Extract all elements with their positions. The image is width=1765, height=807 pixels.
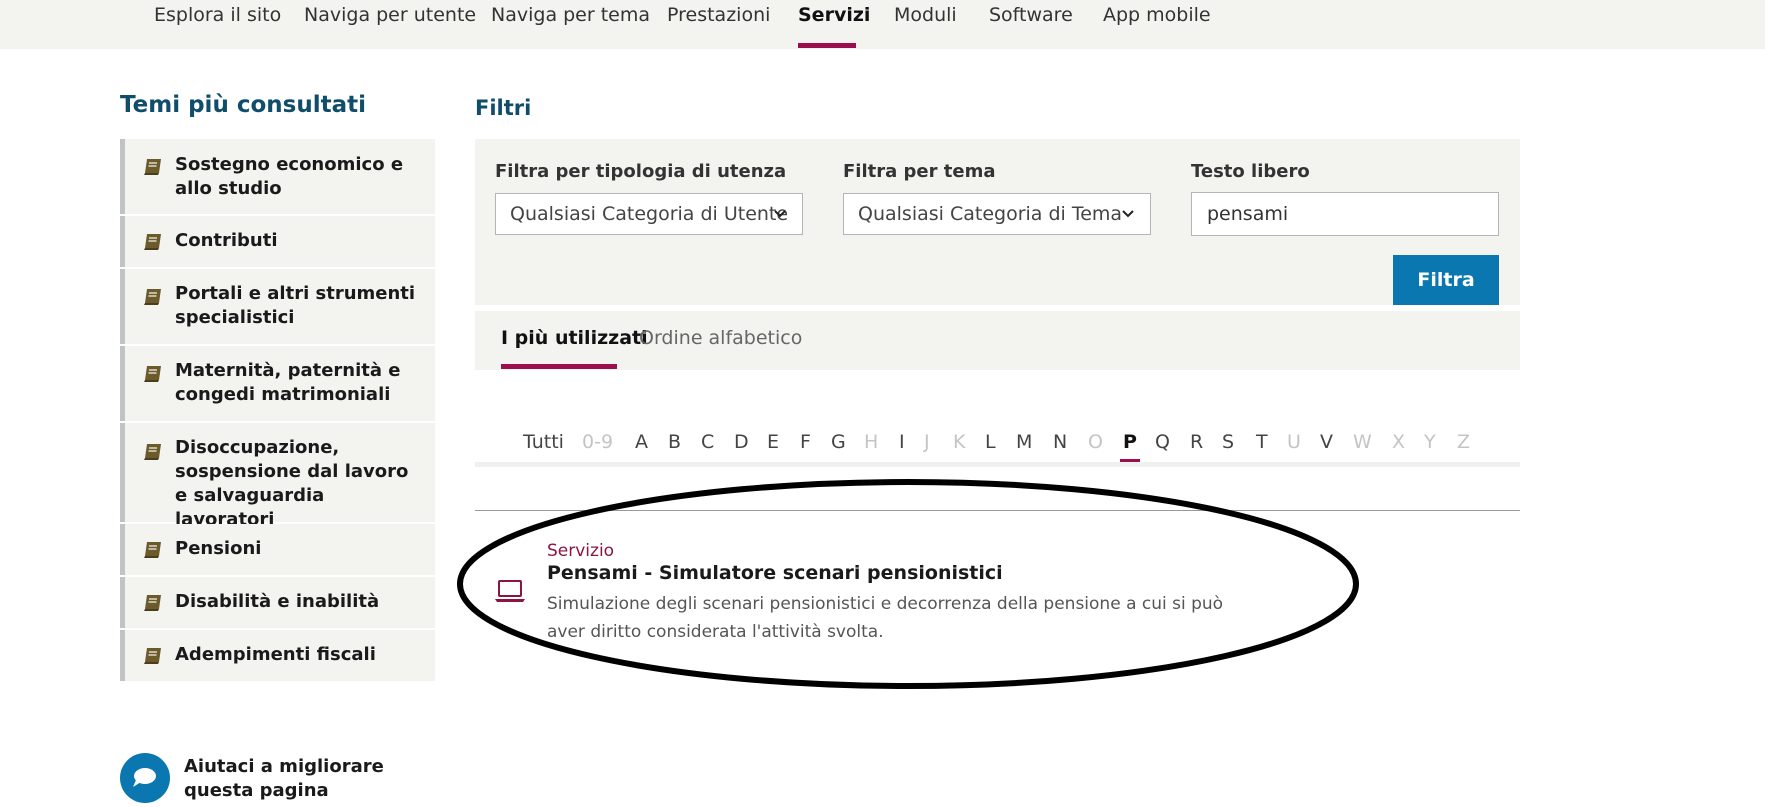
sidebar-item-contributi[interactable]: Contributi (120, 216, 435, 267)
result-category: Servizio (547, 541, 615, 561)
sidebar-item-label: Pensioni (175, 538, 262, 559)
filter-panel: Filtra per tipologia di utenza Qualsiasi… (475, 139, 1520, 305)
book-icon (144, 444, 161, 460)
sidebar-item-sostegno-economico[interactable]: Sostegno economico e allo studio (120, 139, 435, 214)
sidebar-item-portali[interactable]: Portali e altri strumenti specialistici (120, 269, 435, 344)
alpha-s[interactable]: S (1222, 431, 1234, 453)
alpha-q[interactable]: Q (1155, 431, 1170, 453)
alpha-f[interactable]: F (800, 431, 811, 453)
sidebar-item-label: Disabilità e inabilità (175, 591, 380, 612)
chevron-down-icon (774, 210, 786, 218)
alpha-d[interactable]: D (734, 431, 749, 453)
free-text-input[interactable] (1191, 192, 1499, 236)
chat-icon (133, 768, 156, 787)
sidebar-item-label: Portali e altri strumenti specialistici (175, 283, 416, 328)
book-icon (144, 595, 161, 611)
alpha-b[interactable]: B (668, 431, 681, 453)
alpha-a[interactable]: A (635, 431, 648, 453)
laptop-icon (495, 580, 525, 602)
filter-button[interactable]: Filtra (1393, 255, 1499, 305)
tab-ordine-alfabetico[interactable]: Ordine alfabetico (639, 327, 802, 349)
alphabet-bar (475, 462, 1520, 467)
book-icon (144, 159, 161, 175)
alpha-m[interactable]: M (1016, 431, 1032, 453)
alpha-g[interactable]: G (831, 431, 846, 453)
alpha-h: H (864, 431, 879, 453)
nav-esplora-il-sito[interactable]: Esplora il sito (154, 4, 281, 26)
theme-filter-label: Filtra per tema (843, 161, 996, 182)
alpha-tutti[interactable]: Tutti (523, 431, 564, 453)
user-type-filter-label: Filtra per tipologia di utenza (495, 161, 787, 182)
sidebar-item-disoccupazione[interactable]: Disoccupazione, sospensione dal lavoro e… (120, 423, 435, 530)
sidebar-item-maternita[interactable]: Maternità, paternità e congedi matrimoni… (120, 346, 435, 421)
nav-prestazioni[interactable]: Prestazioni (667, 4, 770, 26)
alpha-n[interactable]: N (1053, 431, 1067, 453)
sidebar: Sostegno economico e allo studio Contrib… (120, 139, 435, 683)
sidebar-title: Temi più consultati (120, 92, 366, 118)
alpha-u: U (1287, 431, 1301, 453)
alpha-0-9: 0-9 (582, 431, 614, 453)
alpha-w: W (1353, 431, 1372, 453)
nav-naviga-per-tema[interactable]: Naviga per tema (491, 4, 650, 26)
chevron-down-icon (1122, 210, 1134, 218)
result-description: Simulazione degli scenari pensionistici … (547, 594, 1224, 642)
top-navigation: Esplora il sito Naviga per utente Naviga… (0, 0, 1765, 49)
sidebar-item-label: Adempimenti fiscali (175, 644, 376, 665)
result-title-link[interactable]: Pensami - Simulatore scenari pensionisti… (547, 562, 1003, 584)
theme-select[interactable]: Qualsiasi Categoria di Tema (843, 193, 1151, 235)
sidebar-item-label: Maternità, paternità e congedi matrimoni… (175, 360, 401, 405)
user-type-select-value: Qualsiasi Categoria di Utente (510, 203, 789, 225)
alpha-t[interactable]: T (1256, 431, 1268, 453)
nav-software[interactable]: Software (989, 4, 1073, 26)
tab-piu-utilizzati[interactable]: I più utilizzati (501, 327, 648, 349)
alpha-y: Y (1424, 431, 1436, 453)
alpha-r[interactable]: R (1190, 431, 1203, 453)
nav-naviga-per-utente[interactable]: Naviga per utente (304, 4, 476, 26)
sort-tabs: I più utilizzati Ordine alfabetico (475, 311, 1520, 370)
alpha-j: J (924, 431, 930, 453)
results-divider (475, 510, 1520, 511)
nav-app-mobile[interactable]: App mobile (1103, 4, 1211, 26)
sidebar-item-label: Sostegno economico e allo studio (175, 154, 404, 199)
sidebar-item-label: Contributi (175, 230, 278, 251)
alpha-c[interactable]: C (701, 431, 714, 453)
nav-servizi[interactable]: Servizi (798, 4, 870, 26)
free-text-filter-label: Testo libero (1191, 161, 1310, 182)
sidebar-item-label: Disoccupazione, sospensione dal lavoro e… (175, 437, 409, 530)
nav-active-indicator (798, 43, 856, 48)
alpha-x: X (1392, 431, 1406, 453)
help-text[interactable]: Aiutaci a migliorare questa pagina (184, 755, 384, 803)
alpha-i[interactable]: I (899, 431, 905, 453)
book-icon (144, 234, 161, 250)
help-button[interactable] (120, 753, 170, 803)
book-icon (144, 366, 161, 382)
theme-select-value: Qualsiasi Categoria di Tema (858, 203, 1123, 225)
alpha-o: O (1088, 431, 1103, 453)
book-icon (144, 648, 161, 664)
sidebar-item-disabilita[interactable]: Disabilità e inabilità (120, 577, 435, 628)
alpha-l[interactable]: L (985, 431, 996, 453)
sidebar-item-pensioni[interactable]: Pensioni (120, 524, 435, 575)
alpha-v[interactable]: V (1320, 431, 1333, 453)
tab-active-indicator (501, 364, 617, 369)
nav-moduli[interactable]: Moduli (894, 4, 957, 26)
sidebar-item-adempimenti-fiscali[interactable]: Adempimenti fiscali (120, 630, 435, 681)
alpha-z: Z (1457, 431, 1471, 453)
book-icon (144, 289, 161, 305)
book-icon (144, 542, 161, 558)
alpha-e[interactable]: E (767, 431, 779, 453)
user-type-select[interactable]: Qualsiasi Categoria di Utente (495, 193, 803, 235)
alpha-k: K (953, 431, 966, 453)
alpha-p[interactable]: P (1123, 431, 1137, 453)
filters-title: Filtri (475, 96, 532, 120)
